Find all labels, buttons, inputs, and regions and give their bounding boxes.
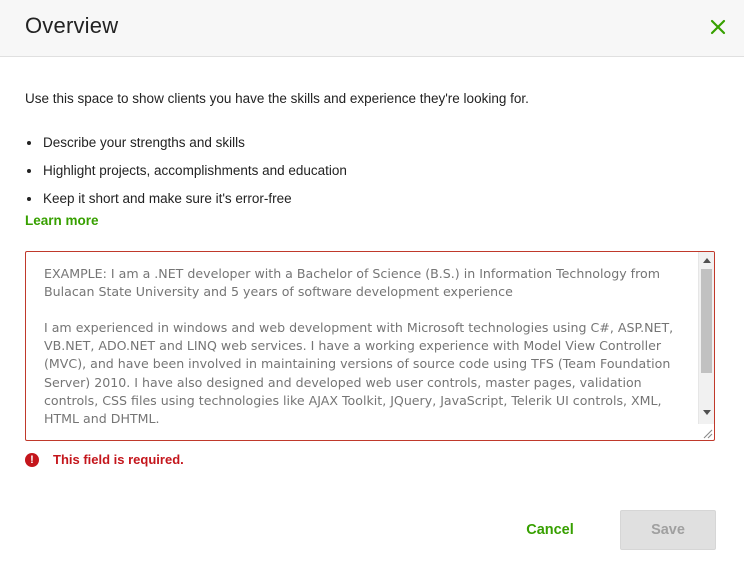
alert-circle-icon: ! <box>25 452 39 467</box>
tip-item: Keep it short and make sure it's error-f… <box>25 185 347 213</box>
error-message: This field is required. <box>53 452 184 467</box>
tip-text: Keep it short and make sure it's error-f… <box>43 191 292 206</box>
intro-text: Use this space to show clients you have … <box>25 91 529 106</box>
tip-item: Describe your strengths and skills <box>25 129 347 157</box>
resize-grip-icon[interactable] <box>701 427 713 439</box>
scroll-thumb[interactable] <box>701 269 712 373</box>
bullet-dot <box>27 141 31 145</box>
close-button[interactable] <box>705 14 731 40</box>
close-icon <box>710 19 726 35</box>
bullet-dot <box>27 169 31 173</box>
dialog-header: Overview <box>0 0 744 57</box>
field-error: ! This field is required. <box>25 452 184 467</box>
overview-field <box>25 251 715 441</box>
tip-text: Describe your strengths and skills <box>43 135 245 150</box>
dialog-title: Overview <box>25 13 119 38</box>
save-button[interactable]: Save <box>620 510 716 550</box>
bullet-dot <box>27 197 31 201</box>
overview-textarea[interactable] <box>26 252 699 440</box>
textarea-scrollbar[interactable] <box>698 252 714 424</box>
tips-list: Describe your strengths and skills Highl… <box>25 129 347 213</box>
scroll-up-icon[interactable] <box>703 258 711 263</box>
cancel-button[interactable]: Cancel <box>520 515 580 545</box>
tip-item: Highlight projects, accomplishments and … <box>25 157 347 185</box>
learn-more-link[interactable]: Learn more <box>25 213 99 228</box>
scroll-down-icon[interactable] <box>703 410 711 415</box>
tip-text: Highlight projects, accomplishments and … <box>43 163 347 178</box>
